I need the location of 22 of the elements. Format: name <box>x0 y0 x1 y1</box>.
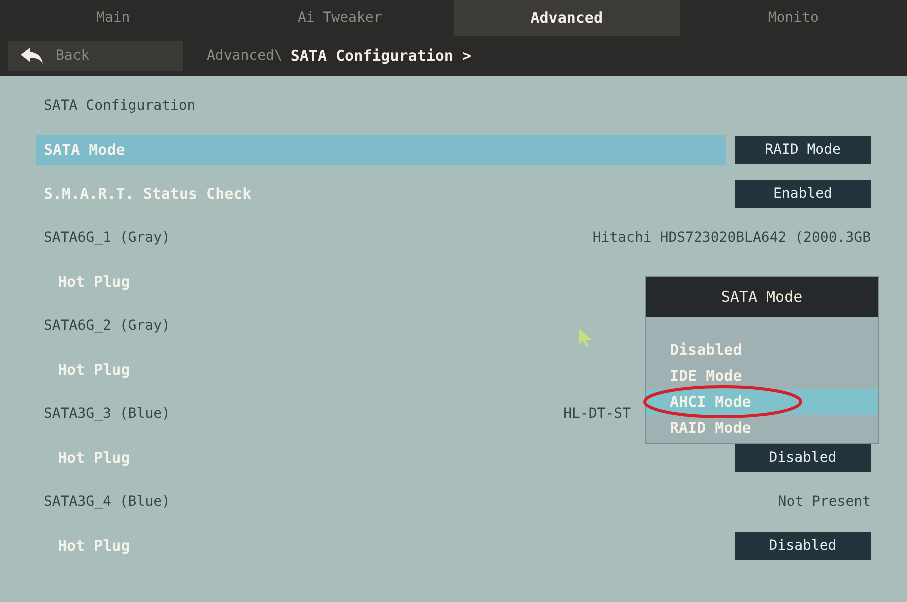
tab[interactable]: Main <box>0 0 227 36</box>
breadcrumb-path: Advanced\ <box>207 46 283 66</box>
mouse-cursor-icon <box>578 328 594 348</box>
setting-label[interactable]: SATA6G_1 (Gray) <box>36 228 178 248</box>
value-button[interactable]: RAID Mode <box>735 136 871 164</box>
value-button[interactable]: Disabled <box>735 532 871 560</box>
setting-label[interactable]: SATA6G_2 (Gray) <box>36 316 178 336</box>
device-value: HL-DT-ST <box>564 404 631 424</box>
back-arrow-icon <box>20 47 44 65</box>
tab[interactable]: Monito <box>680 0 907 36</box>
popup-title: SATA Mode <box>646 277 878 317</box>
tab[interactable]: Advanced <box>454 0 680 36</box>
breadcrumb-current: SATA Configuration > <box>290 46 472 67</box>
device-value: Not Present <box>778 492 871 512</box>
setting-label[interactable]: SATA3G_4 (Blue) <box>36 492 178 512</box>
setting-label[interactable]: SATA3G_3 (Blue) <box>36 404 178 424</box>
value-button[interactable]: Disabled <box>735 444 871 472</box>
setting-label[interactable]: SATA Configuration <box>36 96 204 116</box>
back-button[interactable]: Back <box>8 41 183 71</box>
tab[interactable]: Ai Tweaker <box>226 0 454 36</box>
value-button[interactable]: Enabled <box>735 180 871 208</box>
device-value: Hitachi HDS723020BLA642 (2000.3GB <box>592 228 871 248</box>
